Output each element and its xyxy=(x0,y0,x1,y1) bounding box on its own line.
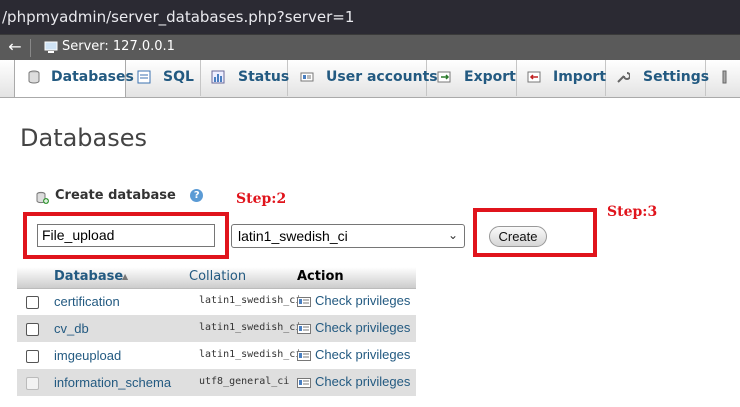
create-database-icon xyxy=(36,191,49,204)
sql-icon xyxy=(137,70,151,84)
help-icon[interactable]: ? xyxy=(190,189,204,202)
tab-export[interactable]: Export xyxy=(427,60,517,96)
collation-cell: latin1_swedish_ci xyxy=(199,295,302,306)
tab-label: Databases xyxy=(51,69,134,85)
check-privileges-link[interactable]: Check privileges xyxy=(315,320,410,335)
tab-databases[interactable]: Databases xyxy=(14,60,134,97)
server-link[interactable]: Server: 127.0.0.1 xyxy=(62,39,175,54)
check-privileges-link[interactable]: Check privileges xyxy=(315,293,410,308)
database-link[interactable]: imgeupload xyxy=(54,348,121,363)
wrench-icon xyxy=(617,72,630,83)
database-link[interactable]: information_schema xyxy=(54,375,171,390)
tab-label: Import xyxy=(553,69,607,85)
row-checkbox[interactable] xyxy=(26,350,39,363)
import-icon xyxy=(527,71,541,83)
table-row: information_schema utf8_general_ci Check… xyxy=(17,369,416,396)
sort-ascending-icon: ▲ xyxy=(122,272,129,281)
tab-label: Status xyxy=(238,69,290,85)
top-menu-tabs: Databases SQL Status User accounts Expor… xyxy=(0,60,740,98)
divider xyxy=(30,39,31,57)
user-accounts-icon xyxy=(300,72,314,82)
tab-label: User accounts xyxy=(326,69,438,85)
chevron-down-icon: ⌄ xyxy=(447,228,458,242)
tab-label: SQL xyxy=(163,69,194,85)
step3-annotation: Step:3 xyxy=(607,204,658,220)
check-privileges-icon xyxy=(297,297,311,307)
tab-label: Settings xyxy=(643,69,710,85)
collation-select[interactable]: latin1_swedish_ci ⌄ xyxy=(231,224,465,248)
row-checkbox[interactable] xyxy=(26,296,39,309)
tab-settings[interactable]: Settings xyxy=(605,60,710,96)
table-row: certification latin1_swedish_ci Check pr… xyxy=(17,288,416,315)
column-header-action: Action xyxy=(297,269,344,284)
table-row: cv_db latin1_swedish_ci Check privileges xyxy=(17,315,416,342)
step3-highlight-box xyxy=(473,208,597,257)
back-arrow-icon[interactable]: ← xyxy=(0,37,30,59)
tab-more[interactable] xyxy=(706,60,740,96)
server-breadcrumb-bar: ← Server: 127.0.0.1 xyxy=(0,34,740,61)
server-icon xyxy=(44,41,58,53)
check-privileges-icon xyxy=(297,378,311,388)
column-header-database[interactable]: Database xyxy=(54,269,123,284)
status-icon xyxy=(211,70,225,84)
tab-status[interactable]: Status xyxy=(200,60,290,96)
create-database-label: Create database xyxy=(55,188,176,203)
database-link[interactable]: cv_db xyxy=(54,321,89,336)
table-row: imgeupload latin1_swedish_ci Check privi… xyxy=(17,342,416,369)
row-checkbox-disabled xyxy=(26,377,39,390)
tab-import[interactable]: Import xyxy=(516,60,606,96)
page-title: Databases xyxy=(20,124,148,152)
database-link[interactable]: certification xyxy=(54,294,120,309)
row-checkbox[interactable] xyxy=(26,323,39,336)
browser-url-bar[interactable]: /phpmyadmin/server_databases.php?server=… xyxy=(0,0,740,34)
collation-cell: utf8_general_ci xyxy=(199,376,290,387)
collation-cell: latin1_swedish_ci xyxy=(199,322,302,333)
check-privileges-link[interactable]: Check privileges xyxy=(315,374,410,389)
create-database-heading: Create database ? xyxy=(36,188,204,204)
step2-annotation: Step:2 xyxy=(236,191,287,207)
tab-sql[interactable]: SQL xyxy=(125,60,201,96)
export-icon xyxy=(437,71,451,83)
table-header: Database ▲ Collation Action xyxy=(17,267,416,289)
url-text[interactable]: /phpmyadmin/server_databases.php?server=… xyxy=(0,8,354,26)
collation-value: latin1_swedish_ci xyxy=(238,228,348,244)
check-privileges-icon xyxy=(297,324,311,334)
collation-cell: latin1_swedish_ci xyxy=(199,349,302,360)
step2-highlight-box xyxy=(23,212,229,259)
check-privileges-icon xyxy=(297,351,311,361)
database-icon xyxy=(28,70,40,84)
tab-user-accounts[interactable]: User accounts xyxy=(287,60,438,96)
tab-label: Export xyxy=(464,69,516,85)
check-privileges-link[interactable]: Check privileges xyxy=(315,347,410,362)
column-header-collation: Collation xyxy=(189,269,247,284)
plugins-icon xyxy=(722,70,727,84)
